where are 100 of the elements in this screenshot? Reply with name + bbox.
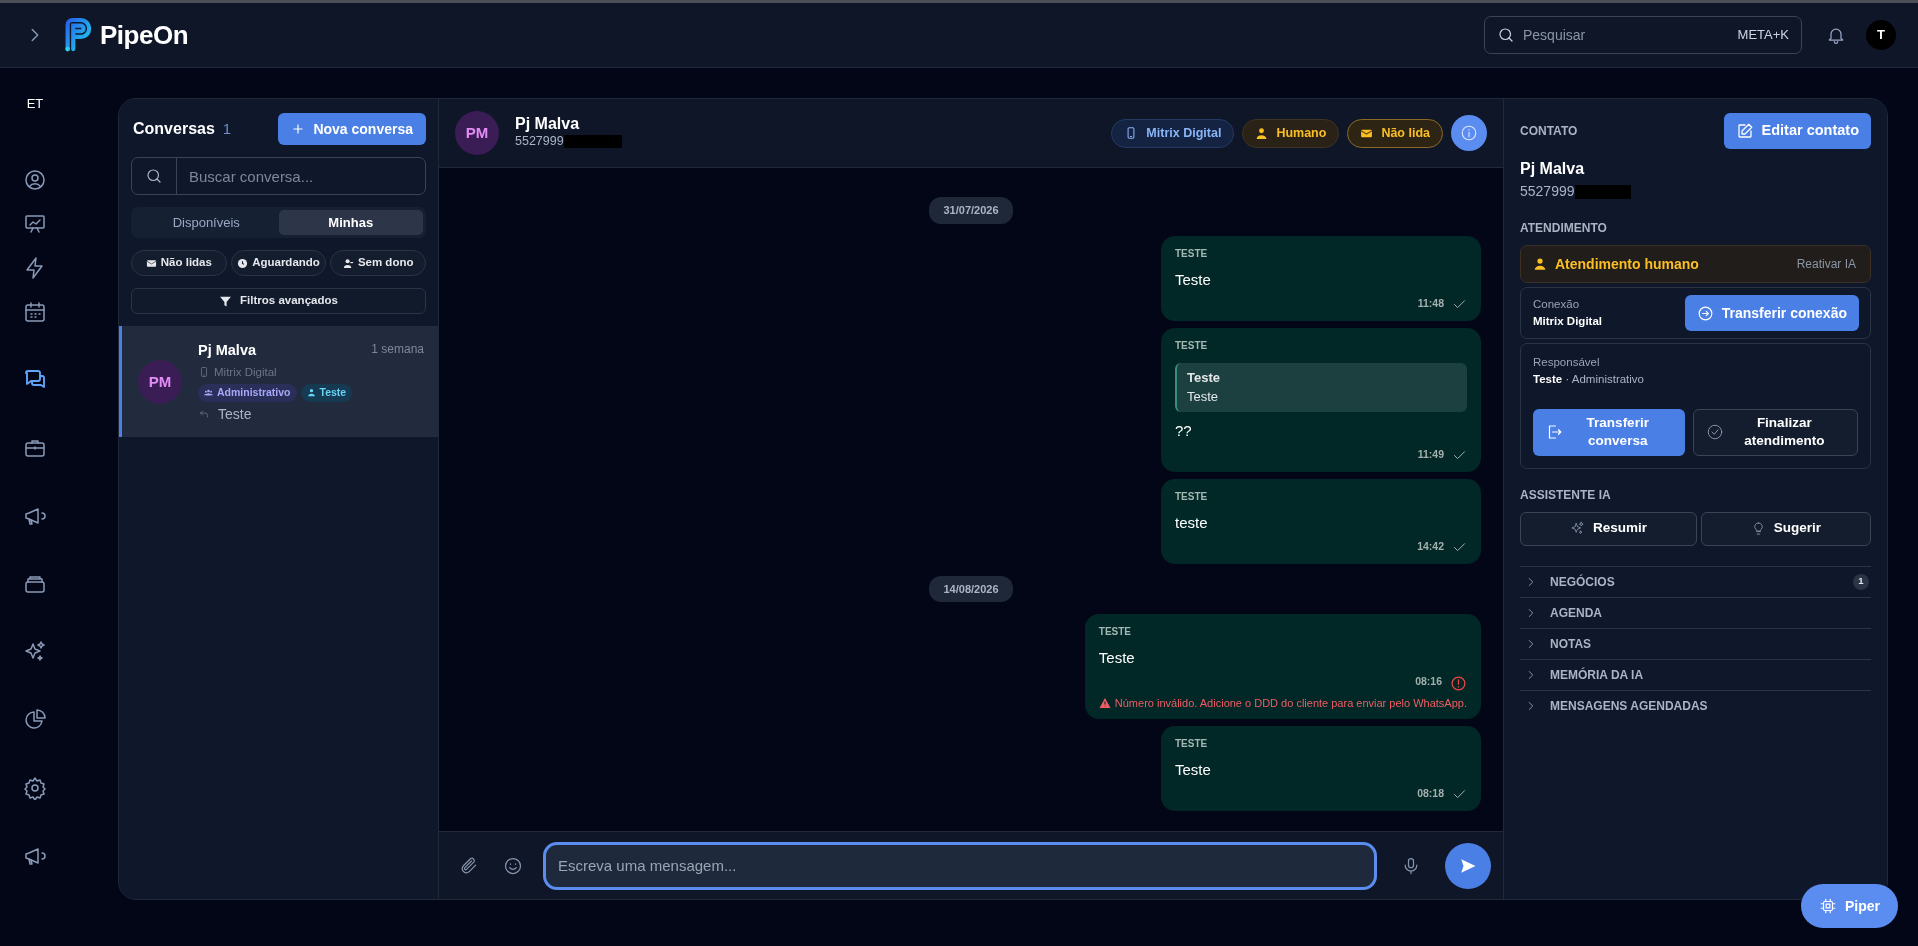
tag: Teste: [300, 384, 353, 402]
sender-name: TESTE: [1098, 625, 1133, 639]
person-minus-icon: [342, 257, 354, 269]
quoted-text: Teste: [1187, 388, 1220, 406]
message-time: 11:49: [1417, 446, 1444, 462]
filter-chip[interactable]: Sem dono: [330, 250, 426, 276]
finish-service-button[interactable]: Finalizar atendimento: [1692, 408, 1858, 456]
accordion-section[interactable]: MENSAGENS AGENDADAS: [1520, 689, 1871, 721]
send-button[interactable]: [1445, 842, 1491, 889]
person-icon: [1255, 126, 1269, 140]
check-circle-icon: [1705, 423, 1724, 442]
message-text: Teste: [1175, 269, 1212, 290]
info-icon: [1460, 124, 1478, 142]
advanced-filters-button[interactable]: Filtros avançados: [131, 288, 426, 314]
sender-name: TESTE: [1175, 246, 1209, 261]
tag: Administrativo: [198, 384, 297, 402]
service-mode: Atendimento humano: [1555, 254, 1699, 274]
emoji-icon[interactable]: [503, 855, 523, 876]
accordion-section[interactable]: AGENDA: [1520, 596, 1871, 628]
funnel-icon: [219, 294, 233, 308]
accordion-section[interactable]: MEMÓRIA DA IA: [1520, 658, 1871, 690]
logo-icon: [62, 17, 92, 53]
status-badge: Mitrix Digital: [1111, 118, 1235, 148]
field-label: Responsável: [1533, 355, 1601, 370]
responsible-team: · Administrativo: [1565, 373, 1644, 386]
section-title: ASSISTENTE IA: [1520, 486, 1612, 504]
accordion-section[interactable]: NOTAS: [1520, 627, 1871, 659]
conversation-count: 1: [222, 118, 232, 139]
connection-name: Mitrix Digital: [214, 364, 277, 380]
user-avatar[interactable]: T: [1866, 20, 1896, 50]
arrow-circle-icon: [1696, 304, 1714, 322]
status-badge: Não lida: [1347, 118, 1443, 148]
accordion-section[interactable]: NEGÓCIOS 1: [1520, 565, 1871, 597]
edit-contact-button[interactable]: Editar contato: [1723, 113, 1871, 149]
info-button[interactable]: [1451, 115, 1487, 151]
sparkles-icon: [1569, 521, 1585, 537]
user-circle-icon[interactable]: [23, 167, 47, 192]
sender-name: TESTE: [1175, 489, 1209, 504]
count-badge: 1: [1853, 573, 1869, 590]
calendar-icon[interactable]: [23, 299, 47, 324]
phone-icon: [198, 366, 210, 379]
contact-avatar: PM: [455, 111, 499, 155]
conversation-tab[interactable]: Disponíveis: [134, 210, 279, 235]
attach-paperclip-icon[interactable]: [459, 855, 479, 876]
error-message: Número inválido. Adicione o DDD do cliente para enviar pelo WhatsApp.: [1114, 696, 1467, 711]
conversation-item[interactable]: PM Pj Malva 1 semana Mitrix Digital Administrativo Teste Teste: [119, 326, 438, 437]
message-time: 11:48: [1417, 295, 1444, 311]
pie-chart-icon[interactable]: [23, 707, 47, 732]
envelope-icon: [145, 257, 157, 269]
section-title: ATENDIMENTO: [1520, 220, 1608, 237]
date-separator: 31/07/2026: [929, 197, 1013, 224]
quoted-title: Teste: [1187, 368, 1221, 387]
conversation-tab[interactable]: Minhas: [278, 210, 423, 235]
conversation-search-field[interactable]: Buscar conversa...: [131, 157, 426, 195]
search-field[interactable]: Pesquisar META+K: [1484, 16, 1802, 54]
person-icon: [306, 388, 316, 398]
search-icon: [1497, 26, 1515, 44]
sparkles-icon[interactable]: [23, 639, 47, 664]
contact-name: Pj Malva: [515, 114, 581, 133]
reactivate-ai-link[interactable]: Reativar IA: [1796, 255, 1856, 273]
person-icon: [1533, 257, 1547, 271]
search-icon: [145, 167, 163, 185]
message-time: 08:18: [1417, 785, 1444, 801]
conversation-time: 1 semana: [371, 341, 424, 358]
field-label: Conexão: [1533, 296, 1581, 312]
summarize-button[interactable]: Resumir: [1520, 511, 1697, 546]
date-separator: 14/08/2026: [929, 575, 1013, 602]
message-time: 14:42: [1417, 538, 1444, 554]
status-badge: Humano: [1242, 118, 1340, 148]
app-logo-text: PipeOn: [100, 18, 188, 52]
transfer-connection-button[interactable]: Transferir conexão: [1684, 295, 1859, 331]
workspace-initials: ET: [25, 95, 45, 113]
people-icon: [204, 388, 213, 398]
send-icon: [1459, 856, 1477, 875]
transfer-conversation-button[interactable]: Transferir conversa: [1533, 408, 1685, 456]
suggest-button[interactable]: Sugerir: [1700, 511, 1871, 546]
settings-icon[interactable]: [23, 775, 47, 800]
plus-icon: [291, 122, 306, 136]
filter-chip[interactable]: Não lidas: [131, 250, 227, 276]
sender-name: TESTE: [1175, 736, 1209, 751]
contact-name: Pj Malva: [1520, 159, 1586, 179]
new-conversation-button[interactable]: Nova conversa: [278, 113, 426, 145]
reply-arrow-icon: [198, 408, 210, 421]
chip-icon: [1819, 897, 1837, 915]
connection-name: Mitrix Digital: [1533, 314, 1602, 329]
message-time: 08:16: [1415, 674, 1442, 690]
message-text: Teste: [1175, 759, 1212, 780]
contact-avatar: PM: [138, 360, 182, 405]
edit-icon: [1735, 122, 1754, 140]
contact-phone: 5527999: [515, 133, 564, 151]
responsible-name: Teste: [1533, 373, 1563, 386]
contact-phone: 5527999: [1520, 182, 1575, 201]
panel-title: Conversas: [133, 119, 215, 139]
message-input[interactable]: Escreva uma mensagem...: [543, 841, 1377, 890]
warning-icon: [1098, 697, 1111, 710]
contact-name: Pj Malva: [198, 341, 257, 360]
filter-chip[interactable]: Aguardando: [230, 250, 327, 276]
clock-icon: [237, 257, 249, 269]
message-text: ??: [1175, 420, 1193, 441]
message-text: Teste: [1098, 648, 1136, 668]
